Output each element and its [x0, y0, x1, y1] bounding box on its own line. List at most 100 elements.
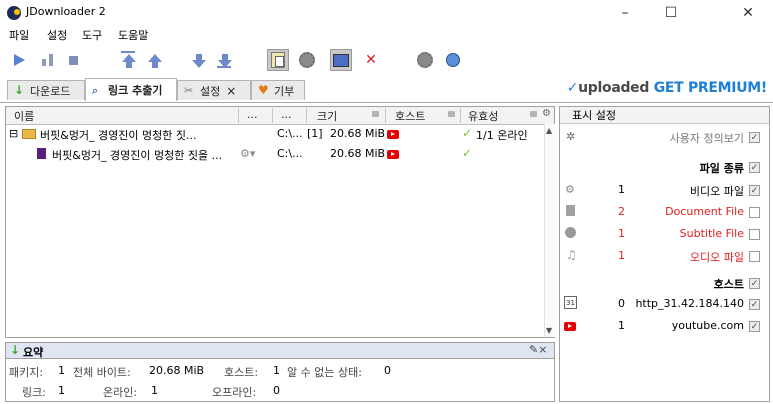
video-file-icon — [37, 148, 46, 159]
link-size: 20.68 MiB — [330, 147, 386, 160]
uploaded-premium-banner[interactable]: ✓uploaded GET PREMIUM! — [566, 80, 768, 96]
tab-linkgrabber[interactable]: ⌕ 링크 추출기 — [85, 78, 177, 101]
column-extra-1[interactable]: ... — [247, 108, 258, 121]
column-name[interactable]: 이름 — [14, 108, 34, 124]
file-type-video-checkbox[interactable]: ✓ — [749, 185, 760, 196]
document-type-icon — [566, 205, 575, 216]
file-types-header: 파일 종류 — [699, 162, 744, 175]
minimize-button[interactable]: – — [602, 0, 648, 26]
links-label: 링크: — [22, 386, 46, 399]
hosts-checkbox[interactable]: ✓ — [749, 278, 760, 289]
online-value: 1 — [151, 384, 158, 397]
summary-arrow-icon: ↓ — [10, 343, 21, 357]
host-youtube: youtube.com — [671, 319, 744, 332]
link-variant-icon[interactable]: ⚙▾ — [240, 147, 255, 160]
package-name: 버핏&멍거_ 경영진이 멍청한 짓... — [40, 129, 197, 142]
column-extra-2[interactable]: ... — [281, 108, 292, 121]
unknown-status-value: 0 — [384, 364, 391, 377]
clipboard-observer-button[interactable] — [267, 49, 289, 71]
package-size: 20.68 MiB — [330, 127, 386, 140]
summary-tools-icon[interactable]: ✎× — [529, 343, 547, 356]
close-button[interactable]: ✕ — [725, 0, 771, 26]
stop-button[interactable] — [62, 49, 84, 71]
links-value: 1 — [58, 384, 65, 397]
file-type-subtitle-checkbox[interactable] — [749, 229, 760, 240]
column-divider — [272, 108, 273, 123]
menu-settings[interactable]: 설정 — [47, 27, 67, 43]
premium-account-button[interactable] — [442, 49, 464, 71]
host-count: 0 — [618, 297, 625, 310]
move-bottom-icon — [218, 54, 232, 68]
summary-header — [5, 342, 555, 359]
tab-settings[interactable]: ✂ 설정 × — [177, 80, 251, 100]
gear-icon: ✲ — [566, 130, 576, 143]
move-top-button[interactable] — [118, 49, 140, 71]
reconnect-button[interactable] — [296, 49, 318, 71]
tab-label: 기부 — [274, 84, 295, 98]
minimize-icon: – — [621, 5, 629, 21]
start-button[interactable] — [8, 49, 30, 71]
total-bytes-value: 20.68 MiB — [149, 364, 205, 377]
scroll-up-icon[interactable]: ▲ — [546, 126, 552, 135]
check-icon: ✓ — [750, 132, 759, 143]
move-up-button[interactable] — [144, 49, 166, 71]
tab-donate[interactable]: ♥ 기부 — [251, 80, 305, 100]
column-availability[interactable]: 유효성 — [468, 108, 498, 124]
move-bottom-button[interactable] — [214, 49, 236, 71]
close-tab-icon[interactable]: × — [226, 84, 236, 98]
scroll-down-icon[interactable]: ▼ — [546, 326, 552, 335]
summary-title: 요약 — [23, 346, 44, 359]
custom-view-checkbox[interactable]: ✓ — [749, 132, 760, 143]
packages-label: 패키지: — [9, 366, 44, 379]
column-size[interactable]: 크기 — [317, 108, 337, 124]
menu-bar — [0, 26, 773, 44]
move-down-icon — [192, 54, 206, 68]
expand-collapse-icon[interactable]: ⊟ — [9, 127, 18, 140]
column-divider — [385, 108, 386, 123]
offline-value: 0 — [273, 384, 280, 397]
uploaded-logo-icon: ✓ — [566, 80, 579, 96]
vertical-scrollbar[interactable]: ▲ ▼ — [544, 124, 555, 337]
check-icon: ✓ — [750, 321, 759, 332]
settings-icon: ✂ — [184, 84, 194, 97]
reconnect-icon — [299, 52, 315, 68]
menu-help[interactable]: 도움말 — [118, 27, 148, 43]
file-type-count: 2 — [618, 205, 625, 218]
menu-file[interactable]: 파일 — [9, 27, 29, 43]
check-icon: ✓ — [750, 299, 759, 310]
move-down-button[interactable] — [188, 49, 210, 71]
check-icon: ✓ — [750, 162, 759, 173]
pause-button[interactable] — [36, 49, 58, 71]
file-type-document-checkbox[interactable] — [749, 207, 760, 218]
file-type-document: Document File — [665, 205, 744, 218]
move-up-icon — [148, 54, 162, 68]
check-icon: ✓ — [750, 185, 759, 196]
file-type-audio-checkbox[interactable] — [749, 251, 760, 262]
globe-icon — [446, 53, 460, 67]
host-count: 1 — [618, 319, 625, 332]
file-type-subtitle: Subtitle File — [679, 227, 744, 240]
view-settings-title: 표시 설정 — [572, 109, 616, 122]
column-settings-icon[interactable]: ⚙ — [542, 108, 551, 119]
package-folder-icon — [22, 129, 36, 139]
move-top-icon — [122, 54, 136, 68]
youtube-icon — [387, 149, 399, 162]
clear-list-button[interactable]: ✕ — [360, 49, 382, 71]
tab-downloads[interactable]: ↓ 다운로드 — [7, 80, 85, 100]
host-ip-checkbox[interactable]: ✓ — [749, 299, 760, 310]
package-path: C:\... — [277, 127, 303, 140]
hosts-header: 호스트 — [713, 278, 744, 291]
host-ip: http_31.42.184.140 — [635, 297, 744, 310]
settings-gear-button[interactable] — [414, 49, 436, 71]
clipboard-icon — [271, 52, 285, 68]
silent-mode-button[interactable] — [330, 49, 352, 71]
file-types-checkbox[interactable]: ✓ — [749, 162, 760, 173]
tab-label: 다운로드 — [30, 84, 71, 98]
host-youtube-checkbox[interactable]: ✓ — [749, 321, 760, 332]
video-type-icon: ⚙ — [565, 183, 575, 196]
column-host[interactable]: 호스트 — [395, 108, 425, 124]
get-premium-label: GET PREMIUM! — [653, 80, 768, 96]
menu-tools[interactable]: 도구 — [82, 27, 102, 43]
maximize-button[interactable]: ☐ — [648, 0, 694, 26]
file-type-video: 비디오 파일 — [689, 185, 744, 198]
